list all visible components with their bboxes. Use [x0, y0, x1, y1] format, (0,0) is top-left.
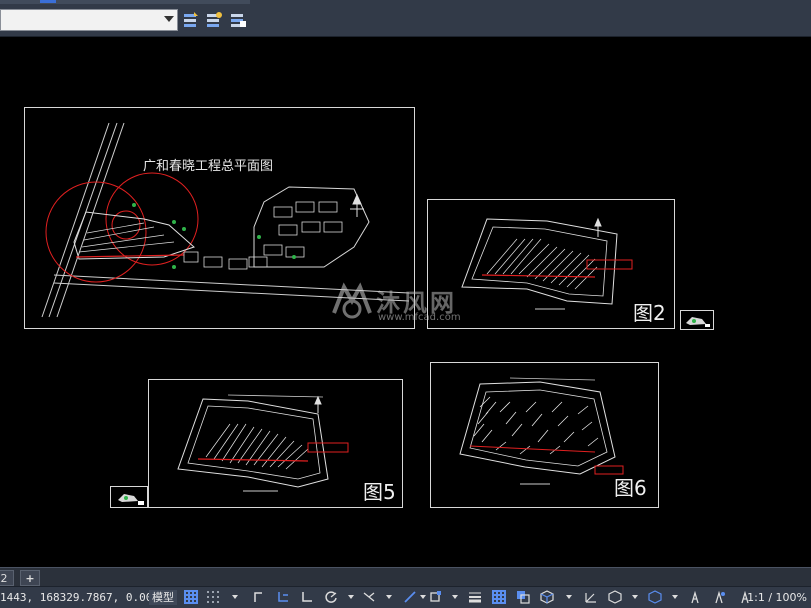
grid-display-icon[interactable]: [184, 590, 198, 604]
polar-tracking-icon[interactable]: [324, 590, 338, 604]
selection-filter-icon[interactable]: [608, 590, 622, 604]
auto-scale-icon[interactable]: [712, 590, 726, 604]
annotation-scale-readout[interactable]: 1:1 / 100%: [747, 591, 807, 604]
chevron-down-icon[interactable]: [386, 595, 392, 599]
drawing-canvas[interactable]: 广和春晓工程总平面图 图2 图5 图6 沐风网 www.mfcad.com: [0, 37, 811, 567]
tab-layout-2[interactable]: 2: [0, 570, 14, 586]
watermark: 沐风网 www.mfcad.com: [330, 279, 490, 329]
lineweight-icon[interactable]: [468, 590, 482, 604]
infer-constraints-icon[interactable]: [252, 590, 266, 604]
chevron-down-icon[interactable]: [632, 595, 638, 599]
chevron-down-icon[interactable]: [672, 595, 678, 599]
fig6-label: 图6: [614, 476, 647, 500]
layer-dropdown[interactable]: [0, 9, 178, 31]
layer-states-icon[interactable]: [205, 11, 223, 29]
chevron-down-icon[interactable]: [420, 595, 426, 599]
add-layout-tab-button[interactable]: +: [20, 570, 40, 586]
dynamic-ucs-icon[interactable]: [584, 590, 598, 604]
thumbnail-drawing-a: [686, 317, 710, 327]
3d-object-snap-icon[interactable]: [540, 590, 554, 604]
gizmo-icon[interactable]: [648, 590, 662, 604]
layer-isolate-icon[interactable]: [229, 11, 247, 29]
layer-properties-icon[interactable]: [182, 11, 200, 29]
fig2-label: 图2: [633, 301, 666, 325]
selection-cycling-icon[interactable]: [516, 590, 530, 604]
thumbnail-drawing-b: [118, 494, 144, 505]
chevron-down-icon[interactable]: [452, 595, 458, 599]
watermark-logo-icon: [332, 282, 372, 319]
dynamic-input-icon[interactable]: [276, 590, 290, 604]
coordinate-readout: 1443, 168329.7867, 0.0000: [0, 591, 166, 604]
status-bar: 1443, 168329.7867, 0.0000 模型 1:1 / 100%: [0, 586, 811, 608]
chevron-down-icon[interactable]: [232, 595, 238, 599]
model-space-button[interactable]: 模型: [149, 590, 177, 605]
annotation-visibility-icon[interactable]: [688, 590, 702, 604]
top-toolbar: [0, 0, 811, 37]
isodraft-icon[interactable]: [362, 590, 376, 604]
fig5-label: 图5: [363, 480, 396, 504]
ortho-mode-icon[interactable]: [300, 590, 314, 604]
object-snap-icon[interactable]: [428, 590, 442, 604]
object-snap-tracking-icon[interactable]: [403, 590, 417, 604]
transparency-icon[interactable]: [492, 590, 506, 604]
toolbar-strip-accent: [40, 0, 56, 3]
snap-mode-icon[interactable]: [206, 590, 220, 604]
chevron-down-icon[interactable]: [348, 595, 354, 599]
chevron-down-icon: [164, 16, 174, 22]
layout-tabs-bar: 2 +: [0, 567, 811, 587]
toolbar-strip: [0, 0, 250, 4]
chevron-down-icon[interactable]: [566, 595, 572, 599]
watermark-url: www.mfcad.com: [378, 312, 461, 323]
